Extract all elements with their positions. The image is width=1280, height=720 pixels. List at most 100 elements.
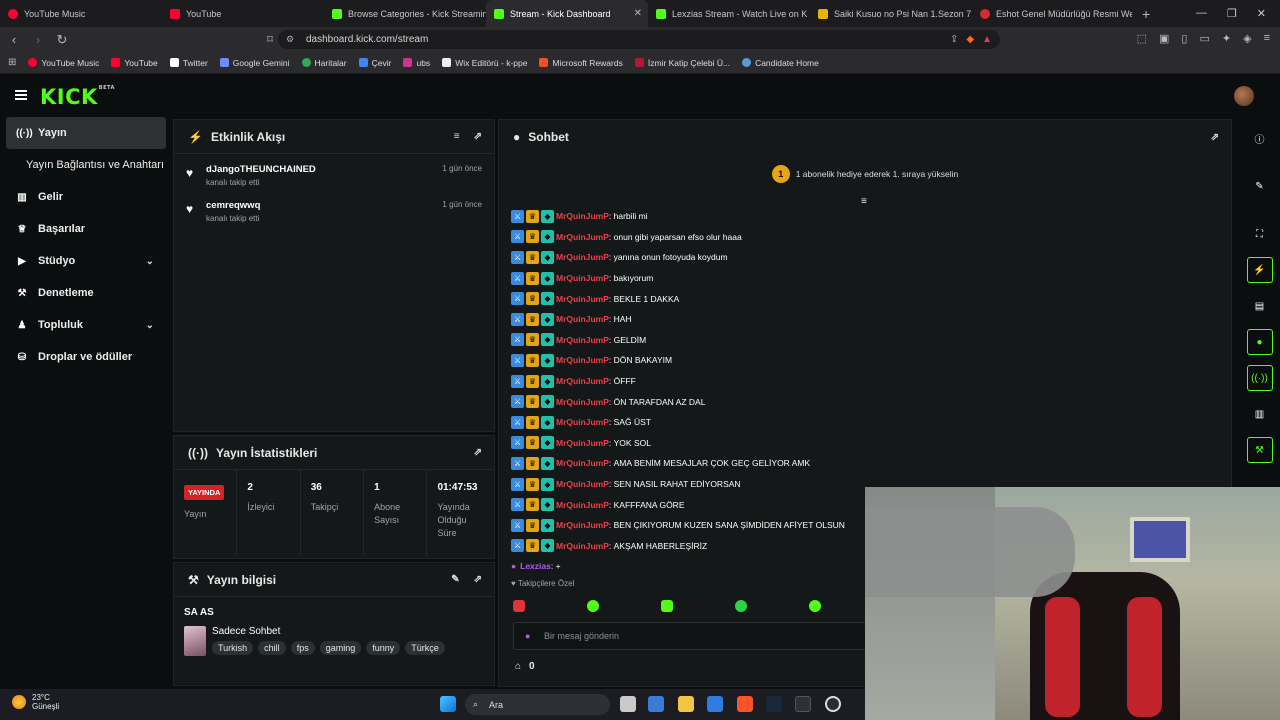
taskbar-search[interactable]: ⌕ Ara xyxy=(465,694,610,715)
tag[interactable]: fps xyxy=(290,641,315,655)
crown-badge-icon[interactable]: ♛ xyxy=(526,353,539,367)
crown-badge-icon[interactable]: ♛ xyxy=(526,374,539,388)
moderator-badge-icon[interactable]: ⚔ xyxy=(511,518,524,532)
subscriber-badge-icon[interactable]: ◆ xyxy=(541,312,554,326)
subscriber-badge-icon[interactable]: ◆ xyxy=(541,498,554,512)
category-name[interactable]: Sadece Sohbet xyxy=(212,626,445,637)
chat-username[interactable]: MrQuinJumP xyxy=(556,252,609,262)
chat-username[interactable]: MrQuinJumP xyxy=(556,211,609,221)
subscriber-badge-icon[interactable]: ◆ xyxy=(541,333,554,347)
crown-badge-icon[interactable]: ♛ xyxy=(526,209,539,223)
store-app-icon[interactable] xyxy=(648,696,664,712)
leo-ai-icon[interactable]: ✦ xyxy=(1222,32,1231,45)
emote-icon[interactable] xyxy=(809,600,821,612)
moderator-badge-icon[interactable]: ⚔ xyxy=(511,395,524,409)
bookmark-item[interactable]: Haritalar xyxy=(301,58,347,68)
chevron-down-icon[interactable]: ⌄ xyxy=(146,320,154,331)
crown-badge-icon[interactable]: ♛ xyxy=(526,312,539,326)
edit-icon[interactable]: ✎ xyxy=(1247,173,1273,199)
extensions-icon[interactable]: ⬚ xyxy=(1137,32,1147,45)
moderator-badge-icon[interactable]: ⚔ xyxy=(511,477,524,491)
chat-username[interactable]: MrQuinJumP xyxy=(556,273,609,283)
sidebar-item-gelir[interactable]: ▥ Gelir xyxy=(0,181,172,213)
screenshot-icon[interactable]: ⛶ xyxy=(1247,221,1273,247)
vpn-icon[interactable]: ◈ xyxy=(1243,32,1251,45)
moderator-badge-icon[interactable]: ⚔ xyxy=(511,333,524,347)
bookmark-item[interactable]: Çevir xyxy=(358,58,391,68)
moderator-badge-icon[interactable]: ⚔ xyxy=(511,292,524,306)
crown-badge-icon[interactable]: ♛ xyxy=(526,539,539,553)
subscriber-badge-icon[interactable]: ◆ xyxy=(541,209,554,223)
chat-username[interactable]: MrQuinJumP xyxy=(556,541,609,551)
subscriber-badge-icon[interactable]: ◆ xyxy=(541,415,554,429)
subscriber-badge-icon[interactable]: ◆ xyxy=(541,456,554,470)
chat-username[interactable]: MrQuinJumP xyxy=(556,355,609,365)
category-thumbnail[interactable] xyxy=(184,626,206,656)
steam-icon[interactable] xyxy=(766,696,782,712)
back-icon[interactable]: ‹ xyxy=(4,32,24,47)
minimize-icon[interactable]: — xyxy=(1196,7,1207,20)
chevron-down-icon[interactable]: ⌄ xyxy=(146,256,154,267)
tab-youtube-music[interactable]: YouTube Music xyxy=(0,0,162,27)
bookmark-item[interactable]: ubs xyxy=(403,58,430,68)
chat-username[interactable]: MrQuinJumP xyxy=(556,232,609,242)
subscriber-badge-icon[interactable]: ◆ xyxy=(541,230,554,244)
moderator-badge-icon[interactable]: ⚔ xyxy=(511,436,524,450)
moderator-badge-icon[interactable]: ⚔ xyxy=(511,230,524,244)
chat-username[interactable]: MrQuinJumP xyxy=(556,335,609,345)
event-username[interactable]: cemreqwwq xyxy=(206,200,260,211)
chat-username[interactable]: MrQuinJumP xyxy=(556,479,609,489)
weather-widget[interactable]: 23°C Güneşli xyxy=(12,693,59,711)
bookmark-item[interactable]: Wix Editörü - k-ppe xyxy=(442,58,527,68)
filter-icon[interactable]: ≡ xyxy=(454,131,460,142)
emote-icon[interactable] xyxy=(661,600,673,612)
tab-lexzias-stream[interactable]: Lexzias Stream - Watch Live on K xyxy=(648,0,810,27)
moderator-badge-icon[interactable]: ⚔ xyxy=(511,498,524,512)
share-icon[interactable]: ⇪ xyxy=(950,34,958,45)
crown-badge-icon[interactable]: ♛ xyxy=(526,498,539,512)
popout-icon[interactable]: ⇗ xyxy=(474,574,482,585)
bookmark-item[interactable]: İzmir Katip Çelebi Ü... xyxy=(634,58,730,68)
moderator-badge-icon[interactable]: ⚔ xyxy=(511,415,524,429)
crown-badge-icon[interactable]: ♛ xyxy=(526,250,539,264)
crown-badge-icon[interactable]: ♛ xyxy=(526,271,539,285)
subscriber-badge-icon[interactable]: ◆ xyxy=(541,539,554,553)
tag[interactable]: Turkish xyxy=(212,641,254,655)
crown-badge-icon[interactable]: ♛ xyxy=(526,292,539,306)
chat-username[interactable]: MrQuinJumP xyxy=(556,294,609,304)
pinned-toggle-icon[interactable]: ≡ xyxy=(861,196,867,207)
tab-saiki[interactable]: Saiki Kusuo no Psi Nan 1.Sezon 7.B xyxy=(810,0,972,27)
tab-kick-dashboard[interactable]: Stream - Kick Dashboard ✕ xyxy=(486,0,648,27)
moderator-badge-icon[interactable]: ⚔ xyxy=(511,209,524,223)
chat-username[interactable]: MrQuinJumP xyxy=(556,376,609,386)
app-icon[interactable] xyxy=(795,696,811,712)
gift-leaderboard-banner[interactable]: 1 1 abonelik hediye ederek 1. sıraya yük… xyxy=(499,154,1231,194)
brave-browser-icon[interactable] xyxy=(737,696,753,712)
moderator-badge-icon[interactable]: ⚔ xyxy=(511,374,524,388)
forward-icon[interactable]: › xyxy=(28,32,48,47)
crown-badge-icon[interactable]: ♛ xyxy=(526,456,539,470)
subscriber-badge-icon[interactable]: ◆ xyxy=(541,271,554,285)
event-username[interactable]: dJangoTHEUNCHAINED xyxy=(206,164,316,175)
close-tab-icon[interactable]: ✕ xyxy=(634,8,642,19)
url-field[interactable]: ⚙ dashboard.kick.com/stream ⇪ ◆ ▲ xyxy=(278,30,1000,49)
crown-badge-icon[interactable]: ♛ xyxy=(526,518,539,532)
layout-icon[interactable]: ▥ xyxy=(1247,401,1273,427)
crown-badge-icon[interactable]: ♛ xyxy=(526,436,539,450)
menu-icon[interactable]: ≡ xyxy=(1264,32,1270,45)
moderation-toggle-icon[interactable]: ⚒ xyxy=(1246,437,1273,463)
task-view-icon[interactable] xyxy=(620,696,636,712)
bookmark-item[interactable]: Google Gemini xyxy=(219,58,290,68)
subscriber-badge-icon[interactable]: ◆ xyxy=(541,353,554,367)
crown-badge-icon[interactable]: ♛ xyxy=(526,477,539,491)
notes-icon[interactable]: ▤ xyxy=(1247,293,1273,319)
obs-icon[interactable] xyxy=(825,696,841,712)
chat-toggle-icon[interactable]: ● xyxy=(1246,329,1273,355)
moderator-badge-icon[interactable]: ⚔ xyxy=(511,312,524,326)
bookmark-item[interactable]: Microsoft Rewards xyxy=(539,58,623,68)
hamburger-menu-icon[interactable] xyxy=(15,90,27,100)
sidebar-item-topluluk[interactable]: ♟ Topluluk ⌄ xyxy=(0,309,172,341)
moderator-badge-icon[interactable]: ⚔ xyxy=(511,250,524,264)
sidebar-item-droplar[interactable]: ⛁ Droplar ve ödüller xyxy=(0,341,172,373)
tag[interactable]: funny xyxy=(366,641,401,655)
